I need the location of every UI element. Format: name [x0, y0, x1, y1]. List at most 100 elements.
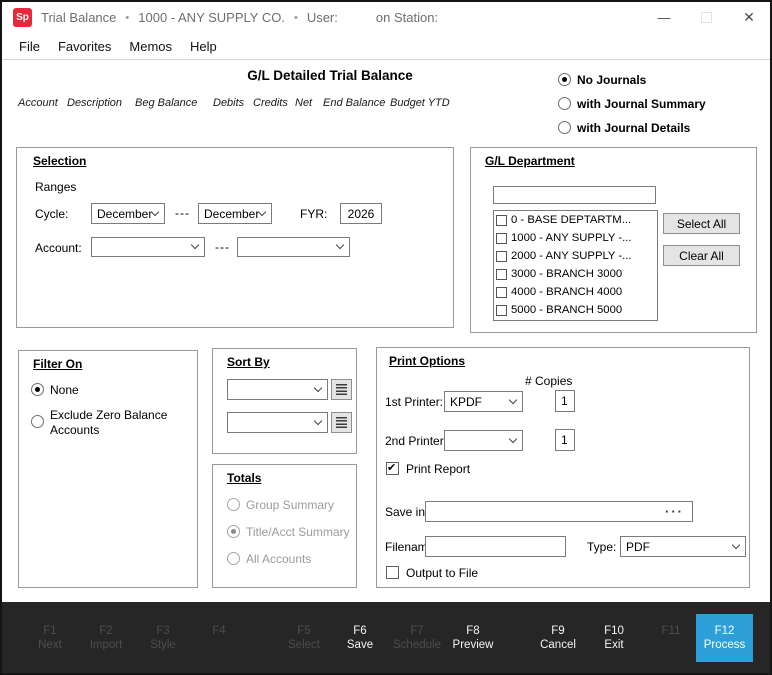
- department-item-label: 4000 - BRANCH 4000: [511, 286, 622, 298]
- totals-title: Totals: [227, 471, 261, 485]
- first-printer-label: 1st Printer:: [385, 395, 443, 409]
- function-key-bar: F1Next F2Import F3Style F4 F5Select F6Sa…: [2, 602, 770, 673]
- second-printer-select[interactable]: [444, 430, 523, 451]
- fkey-key: F7: [385, 624, 449, 638]
- fkey-f2: F2Import: [74, 624, 138, 652]
- fkey-f5: F5Select: [272, 624, 336, 652]
- radio-filter-none[interactable]: [31, 383, 44, 396]
- checkbox-icon[interactable]: [496, 251, 507, 262]
- clear-all-button[interactable]: Clear All: [663, 245, 740, 266]
- chevron-down-icon: [191, 241, 199, 249]
- menu-file[interactable]: File: [19, 39, 40, 54]
- radio-journal-summary[interactable]: [558, 97, 571, 110]
- bullet-separator: •: [294, 12, 298, 24]
- browse-button[interactable]: ···: [665, 502, 684, 521]
- column-end-balance: End Balance: [323, 97, 385, 109]
- filename-field[interactable]: [425, 536, 566, 557]
- save-in-field[interactable]: ···: [425, 501, 693, 522]
- type-select[interactable]: PDF: [620, 536, 746, 557]
- fkey-label: Select: [288, 639, 320, 651]
- cycle-label: Cycle:: [35, 207, 68, 221]
- fkey-label: Process: [704, 638, 746, 652]
- department-search-input[interactable]: [493, 186, 656, 204]
- fkey-key: F2: [74, 624, 138, 638]
- department-list-item[interactable]: 1000 - ANY SUPPLY -...: [494, 229, 657, 247]
- fyr-field[interactable]: 2026: [340, 203, 382, 224]
- checkbox-icon[interactable]: [496, 233, 507, 244]
- sort-secondary-select[interactable]: [227, 412, 328, 433]
- sort-primary-select[interactable]: [227, 379, 328, 400]
- fkey-f6-save[interactable]: F6Save: [328, 624, 392, 652]
- sort-by-group: Sort By: [212, 348, 357, 454]
- menu-memos[interactable]: Memos: [129, 39, 172, 54]
- menu-favorites[interactable]: Favorites: [58, 39, 111, 54]
- fkey-label: Exit: [604, 639, 623, 651]
- second-printer-label: 2nd Printer:: [385, 434, 447, 448]
- radio-filter-exclude-zero[interactable]: [31, 415, 44, 428]
- second-copies-field[interactable]: 1: [555, 429, 575, 451]
- station-label: on Station:: [376, 10, 438, 25]
- maximize-icon[interactable]: [701, 12, 712, 23]
- sort-secondary-list-button[interactable]: [331, 412, 352, 433]
- first-printer-select[interactable]: KPDF: [444, 391, 523, 412]
- account-label: Account:: [35, 241, 82, 255]
- fkey-key: F6: [328, 624, 392, 638]
- minimize-icon[interactable]: —: [657, 10, 671, 25]
- cycle-to-select[interactable]: December: [198, 203, 272, 224]
- chevron-down-icon: [509, 395, 517, 403]
- bullet-separator: •: [125, 12, 129, 24]
- department-item-label: 2000 - ANY SUPPLY -...: [511, 250, 632, 262]
- fkey-label: Cancel: [540, 639, 576, 651]
- fkey-key: F8: [441, 624, 505, 638]
- cycle-from-value: December: [97, 207, 152, 221]
- department-list-item[interactable]: 0 - BASE DEPTARTM...: [494, 211, 657, 229]
- checkbox-icon[interactable]: [496, 269, 507, 280]
- list-icon: [336, 417, 347, 428]
- company-name: 1000 - ANY SUPPLY CO.: [138, 10, 285, 25]
- fkey-f3: F3Style: [131, 624, 195, 652]
- title-bar: Sp Trial Balance • 1000 - ANY SUPPLY CO.…: [2, 2, 770, 33]
- trial-balance-window: Sp Trial Balance • 1000 - ANY SUPPLY CO.…: [0, 0, 772, 675]
- fkey-key: F3: [131, 624, 195, 638]
- output-to-file-checkbox[interactable]: [386, 566, 399, 579]
- fkey-f12-process-button[interactable]: F12Process: [696, 614, 753, 662]
- fkey-f9-cancel[interactable]: F9Cancel: [526, 624, 590, 652]
- account-to-select[interactable]: [237, 237, 350, 257]
- account-from-select[interactable]: [91, 237, 205, 257]
- radio-journal-details[interactable]: [558, 121, 571, 134]
- cycle-from-select[interactable]: December: [91, 203, 165, 224]
- first-copies-field[interactable]: 1: [555, 390, 575, 412]
- selection-group: Selection Ranges Cycle: December --- Dec…: [16, 147, 454, 328]
- window-controls: — ✕: [657, 2, 756, 33]
- fkey-key: F9: [526, 624, 590, 638]
- menu-bar: File Favorites Memos Help: [2, 33, 770, 60]
- cycle-range-separator: ---: [175, 206, 190, 220]
- fkey-f8-preview[interactable]: F8Preview: [441, 624, 505, 652]
- fkey-f10-exit[interactable]: F10Exit: [582, 624, 646, 652]
- print-report-checkbox[interactable]: [386, 462, 399, 475]
- checkbox-icon[interactable]: [496, 215, 507, 226]
- department-list-item[interactable]: 5000 - BRANCH 5000: [494, 301, 657, 319]
- department-list: 0 - BASE DEPTARTM... 1000 - ANY SUPPLY -…: [493, 210, 658, 321]
- checkbox-icon[interactable]: [496, 287, 507, 298]
- department-list-item[interactable]: 3000 - BRANCH 3000: [494, 265, 657, 283]
- app-title: Trial Balance: [41, 10, 116, 25]
- column-credits: Credits: [253, 97, 288, 109]
- chevron-down-icon: [336, 241, 344, 249]
- fkey-label: Next: [38, 639, 62, 651]
- totals-group: Totals Group Summary Title/Acct Summary …: [212, 464, 357, 588]
- account-range-separator: ---: [215, 240, 230, 254]
- department-list-item[interactable]: 2000 - ANY SUPPLY -...: [494, 247, 657, 265]
- menu-help[interactable]: Help: [190, 39, 217, 54]
- column-budget-ytd: Budget YTD: [390, 97, 450, 109]
- department-list-item[interactable]: 4000 - BRANCH 4000: [494, 283, 657, 301]
- checkbox-icon[interactable]: [496, 305, 507, 316]
- column-account: Account: [18, 97, 58, 109]
- close-icon[interactable]: ✕: [742, 9, 756, 26]
- fkey-key: F5: [272, 624, 336, 638]
- sort-primary-list-button[interactable]: [331, 379, 352, 400]
- copies-label: # Copies: [525, 374, 572, 388]
- select-all-button[interactable]: Select All: [663, 213, 740, 234]
- radio-all-accounts-label: All Accounts: [246, 552, 311, 566]
- radio-no-journals[interactable]: [558, 73, 571, 86]
